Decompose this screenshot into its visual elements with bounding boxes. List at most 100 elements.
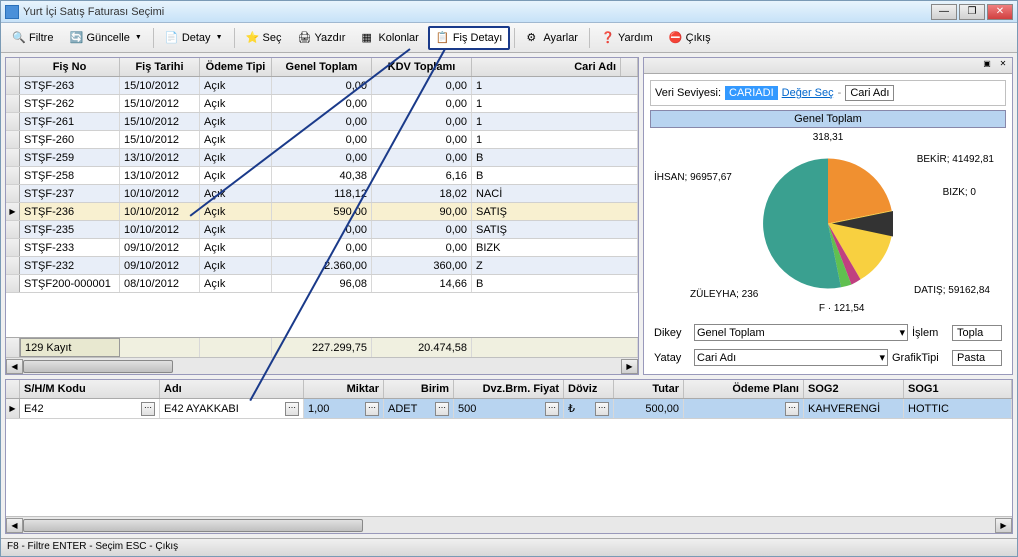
help-button[interactable]: ❓Yardım — [594, 27, 660, 49]
table-row[interactable]: STŞF-26015/10/2012Açık0,000,001 — [6, 131, 638, 149]
chevron-down-icon: ▼ — [135, 34, 142, 41]
lookup-button[interactable]: ⋯ — [595, 402, 609, 416]
table-row[interactable]: ▶STŞF-23610/10/2012Açık590,0090,00SATIŞ — [6, 203, 638, 221]
level-label: Veri Seviyesi: — [655, 87, 721, 99]
col-sog1[interactable]: SOG1 — [904, 380, 1012, 398]
lookup-button[interactable]: ⋯ — [141, 402, 155, 416]
detail-button[interactable]: 📄Detay▼ — [158, 27, 230, 49]
panel-close-icon[interactable]: ✕ — [996, 58, 1010, 72]
yatay-select[interactable]: Cari Adı▾ — [694, 349, 888, 366]
level-select-link[interactable]: Değer Seç — [782, 87, 834, 99]
print-button[interactable]: 🖨Yazdır — [290, 27, 352, 49]
scroll-gap — [621, 58, 638, 76]
cell-sog1[interactable]: HOTTIC — [904, 399, 1012, 418]
table-row[interactable]: STŞF200-00000108/10/2012Açık96,0814,66B — [6, 275, 638, 293]
update-button[interactable]: 🔄Güncelle▼ — [62, 27, 148, 49]
col-doviz[interactable]: Döviz — [564, 380, 614, 398]
lookup-button[interactable]: ⋯ — [435, 402, 449, 416]
col-kdv-toplami[interactable]: KDV Toplamı — [372, 58, 472, 76]
columns-button[interactable]: ▦Kolonlar — [354, 27, 425, 49]
cell-tutar[interactable]: 500,00 — [614, 399, 684, 418]
cell-birim[interactable]: ADET⋯ — [384, 399, 454, 418]
table-row[interactable]: STŞF-26215/10/2012Açık0,000,001 — [6, 95, 638, 113]
scroll-thumb[interactable] — [23, 519, 363, 532]
titlebar: Yurt İçi Satış Faturası Seçimi — ❐ ✕ — [1, 1, 1017, 23]
detail-icon: 📄 — [165, 31, 179, 45]
table-row[interactable]: STŞF-26315/10/2012Açık0,000,001 — [6, 77, 638, 95]
table-row[interactable]: STŞF-23209/10/2012Açık2.360,00360,00Z — [6, 257, 638, 275]
separator — [514, 28, 515, 48]
col-shm[interactable]: S/H/M Kodu — [20, 380, 160, 398]
lookup-button[interactable]: ⋯ — [785, 402, 799, 416]
table-row[interactable]: STŞF-25913/10/2012Açık0,000,00B — [6, 149, 638, 167]
col-genel-toplam[interactable]: Genel Toplam — [272, 58, 372, 76]
table-row[interactable]: STŞF-23710/10/2012Açık118,1218,02NACİ — [6, 185, 638, 203]
scroll-right-button[interactable]: ▶ — [995, 518, 1012, 533]
select-button[interactable]: ⭐Seç — [239, 27, 289, 49]
dikey-select[interactable]: Genel Toplam▾ — [694, 324, 908, 341]
col-tutar[interactable]: Tutar — [614, 380, 684, 398]
lookup-button[interactable]: ⋯ — [545, 402, 559, 416]
scroll-left-button[interactable]: ◀ — [6, 518, 23, 533]
grid-body[interactable]: STŞF-26315/10/2012Açık0,000,001STŞF-2621… — [6, 77, 638, 337]
row-indicator — [6, 239, 20, 256]
col-odeme-plani[interactable]: Ödeme Planı — [684, 380, 804, 398]
cell-tarih: 10/10/2012 — [120, 203, 200, 220]
close-button[interactable]: ✕ — [987, 4, 1013, 20]
slip-detail-button[interactable]: 📋Fiş Detayı — [428, 26, 511, 50]
detail-h-scrollbar[interactable]: ◀ ▶ — [6, 516, 1012, 533]
cell-shm[interactable]: E42⋯ — [20, 399, 160, 418]
scroll-track[interactable] — [23, 359, 621, 374]
cell-dvz-fiyat[interactable]: 500⋯ — [454, 399, 564, 418]
level-text[interactable]: Cari Adı — [845, 85, 894, 101]
chevron-down-icon: ▾ — [879, 351, 885, 364]
maximize-button[interactable]: ❐ — [959, 4, 985, 20]
cell-toplam: 40,38 — [272, 167, 372, 184]
scroll-left-button[interactable]: ◀ — [6, 359, 23, 374]
col-dvz-fiyat[interactable]: Dvz.Brm. Fiyat — [454, 380, 564, 398]
minimize-button[interactable]: — — [931, 4, 957, 20]
table-row[interactable]: STŞF-23309/10/2012Açık0,000,00BIZK — [6, 239, 638, 257]
cell-toplam: 0,00 — [272, 221, 372, 238]
scroll-thumb[interactable] — [23, 360, 173, 373]
col-fis-tarihi[interactable]: Fiş Tarihi — [120, 58, 200, 76]
level-value[interactable]: CARIADI — [725, 86, 778, 100]
app-icon — [5, 5, 19, 19]
cell-tarih: 15/10/2012 — [120, 95, 200, 112]
table-row[interactable]: STŞF-23510/10/2012Açık0,000,00SATIŞ — [6, 221, 638, 239]
exit-button[interactable]: ⛔Çıkış — [662, 27, 718, 49]
lookup-button[interactable]: ⋯ — [365, 402, 379, 416]
grafik-value[interactable]: Pasta — [952, 350, 1002, 366]
cell-tarih: 13/10/2012 — [120, 167, 200, 184]
cell-doviz[interactable]: ₺⋯ — [564, 399, 614, 418]
detail-body[interactable]: ▶ E42⋯ E42 AYAKKABI⋯ 1,00⋯ ADET⋯ 500⋯ ₺⋯… — [6, 399, 1012, 516]
scroll-track[interactable] — [23, 518, 995, 533]
col-birim[interactable]: Birim — [384, 380, 454, 398]
settings-button[interactable]: ⚙Ayarlar — [519, 27, 585, 49]
col-cari-adi[interactable]: Cari Adı — [472, 58, 621, 76]
col-odeme-tipi[interactable]: Ödeme Tipi — [200, 58, 272, 76]
col-fis-no[interactable]: Fiş No — [20, 58, 120, 76]
detail-row[interactable]: ▶ E42⋯ E42 AYAKKABI⋯ 1,00⋯ ADET⋯ 500⋯ ₺⋯… — [6, 399, 1012, 419]
cell-odeme-plani[interactable]: ⋯ — [684, 399, 804, 418]
h-scrollbar[interactable]: ◀ ▶ — [6, 357, 638, 374]
scroll-right-button[interactable]: ▶ — [621, 359, 638, 374]
invoice-grid: Fiş No Fiş Tarihi Ödeme Tipi Genel Topla… — [5, 57, 639, 375]
cell-odeme: Açık — [200, 131, 272, 148]
table-row[interactable]: STŞF-26115/10/2012Açık0,000,001 — [6, 113, 638, 131]
window-title: Yurt İçi Satış Faturası Seçimi — [23, 6, 931, 18]
cell-fis-no: STŞF200-000001 — [20, 275, 120, 292]
pie-label-datis: DATIŞ; 59162,84 — [914, 285, 990, 296]
cell-adi[interactable]: E42 AYAKKABI⋯ — [160, 399, 304, 418]
cell-sog2[interactable]: KAHVERENGİ — [804, 399, 904, 418]
cell-cari: SATIŞ — [472, 203, 638, 220]
lookup-button[interactable]: ⋯ — [285, 402, 299, 416]
filter-button[interactable]: 🔍Filtre — [5, 27, 60, 49]
col-sog2[interactable]: SOG2 — [804, 380, 904, 398]
col-adi[interactable]: Adı — [160, 380, 304, 398]
islem-value[interactable]: Topla — [952, 325, 1002, 341]
col-miktar[interactable]: Miktar — [304, 380, 384, 398]
panel-collapse-icon[interactable]: ▣ — [980, 58, 994, 72]
cell-miktar[interactable]: 1,00⋯ — [304, 399, 384, 418]
table-row[interactable]: STŞF-25813/10/2012Açık40,386,16B — [6, 167, 638, 185]
